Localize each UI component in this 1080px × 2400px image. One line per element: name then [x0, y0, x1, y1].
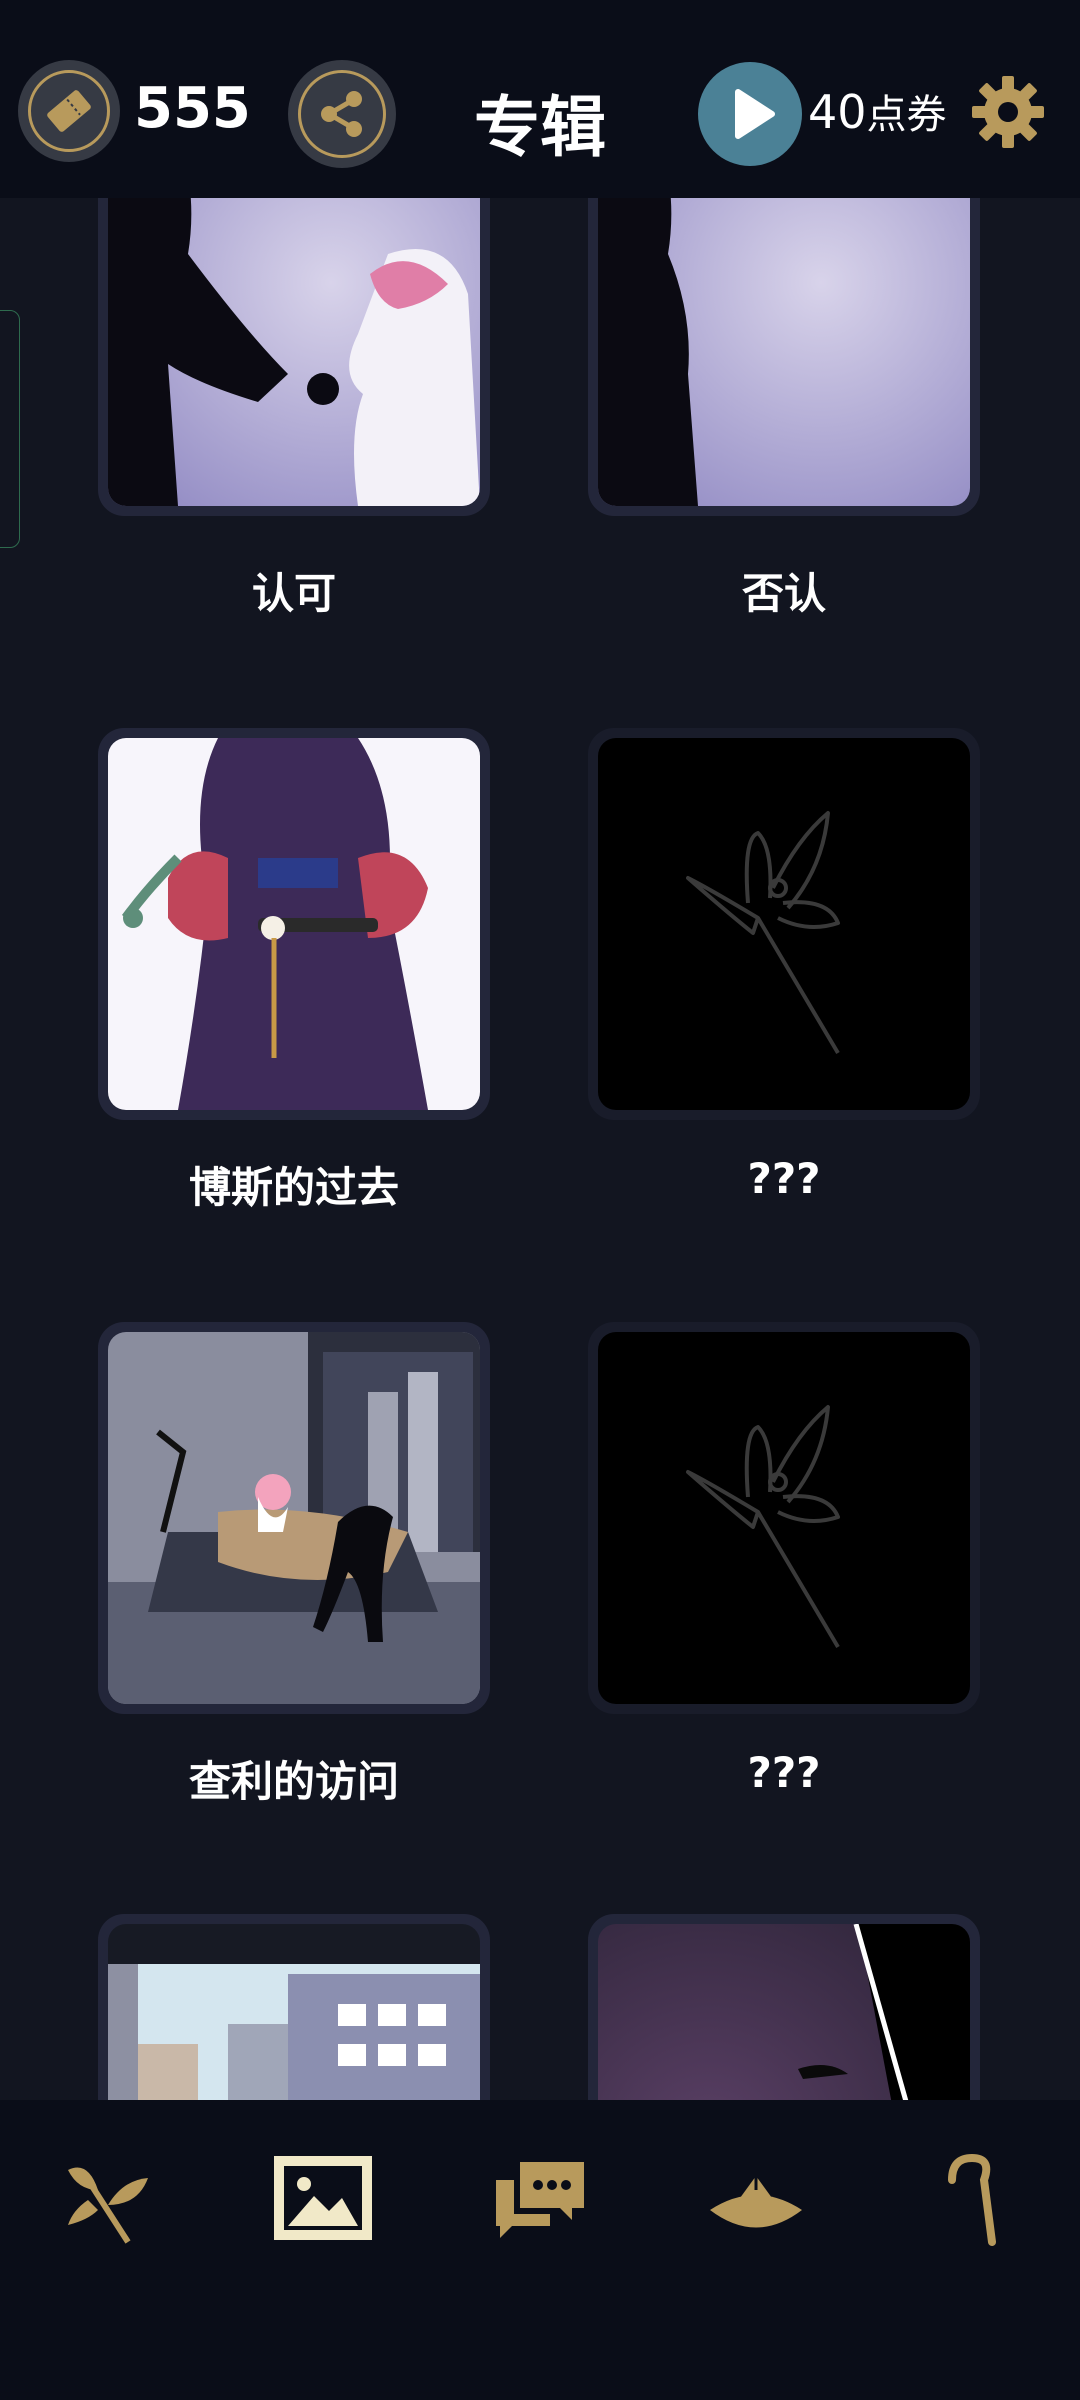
watch-ad-button[interactable] [698, 62, 802, 166]
album-thumbnail-locked [598, 1332, 970, 1704]
coupon-amount: 40 [808, 85, 867, 139]
album-icon[interactable] [274, 2156, 372, 2240]
share-icon [298, 70, 386, 158]
share-button[interactable] [288, 60, 396, 168]
album-thumbnail [108, 738, 480, 1110]
ticket-icon [28, 70, 110, 152]
album-title: 认可 [251, 569, 336, 618]
settings-gear-icon[interactable] [970, 74, 1046, 150]
album-thumbnail [108, 1924, 480, 2100]
album-card[interactable] [98, 198, 490, 516]
album-title: 否认 [741, 569, 826, 618]
album-card[interactable] [98, 728, 490, 1120]
coupon-unit: 点券 [866, 92, 947, 138]
chat-icon[interactable] [490, 2150, 590, 2250]
ticket-count: 555 [134, 76, 251, 141]
top-bar: 555 专辑 40点券 [0, 0, 1080, 198]
branch-icon[interactable] [58, 2150, 158, 2250]
album-thumbnail [108, 198, 480, 506]
album-thumbnail [108, 1332, 480, 1704]
album-thumbnail [598, 198, 970, 506]
album-title: 查利的访问 [188, 1757, 399, 1806]
ticket-button[interactable] [18, 60, 120, 162]
album-title: ??? [747, 1748, 821, 1797]
album-thumbnail [598, 1924, 970, 2100]
album-card[interactable] [588, 198, 980, 516]
play-icon [735, 89, 775, 139]
album-card-locked[interactable] [588, 728, 980, 1120]
album-title: 博斯的过去 [188, 1163, 399, 1212]
album-title: ??? [747, 1154, 821, 1203]
coupon-balance: 40点券 [808, 82, 947, 140]
album-card[interactable] [588, 1914, 980, 2100]
album-card[interactable] [98, 1914, 490, 2100]
locked-flower-icon [686, 811, 840, 1055]
album-card-locked[interactable] [588, 1322, 980, 1714]
album-thumbnail-locked [598, 738, 970, 1110]
hat-icon[interactable] [706, 2150, 806, 2250]
album-grid: 认可 否认 博斯的过去 ??? 查利的访问 ??? [0, 198, 1080, 2100]
page-title: 专辑 [474, 89, 606, 166]
locked-flower-icon [686, 1405, 840, 1649]
cane-icon[interactable] [922, 2150, 1022, 2250]
album-card[interactable] [98, 1322, 490, 1714]
